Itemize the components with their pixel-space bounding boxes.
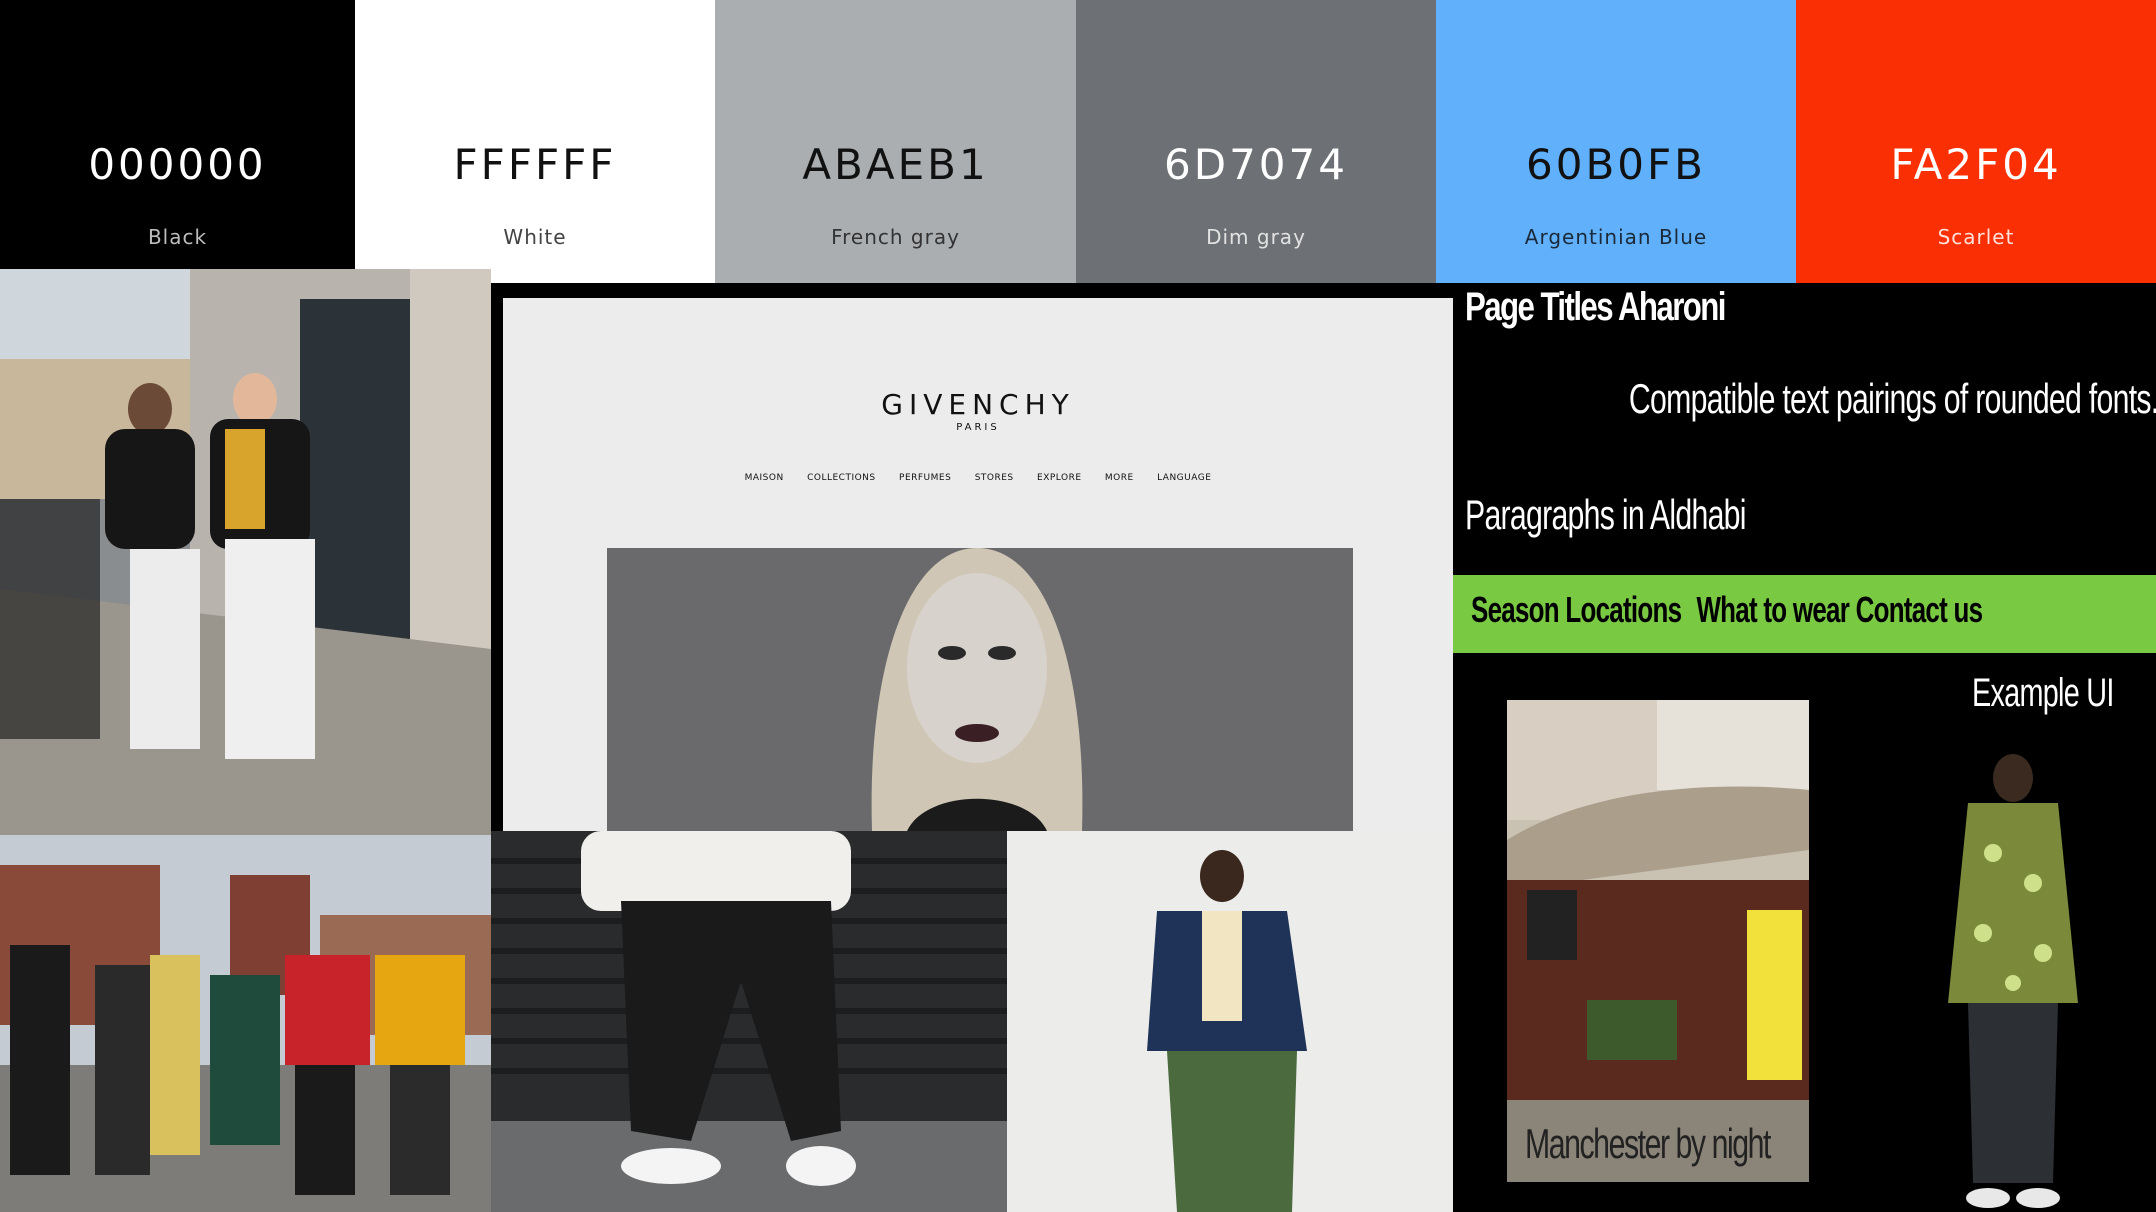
swatch-white: FFFFFF White	[355, 0, 715, 283]
photo-two-people-street	[0, 269, 491, 835]
swatch-hex: FFFFFF	[453, 140, 617, 189]
photo-caption: Manchester by night	[1525, 1120, 1771, 1167]
brand-logo: GIVENCHY	[881, 388, 1075, 421]
swatch-black: 000000 Black	[0, 0, 355, 283]
paragraphs-text: Paragraphs in Aldhabi	[1465, 491, 1746, 538]
swatch-name: Argentinian Blue	[1524, 225, 1708, 249]
example-ui-label: Example UI	[1972, 671, 2114, 715]
swatch-name: Black	[147, 225, 208, 249]
nav-item-stores[interactable]: STORES	[975, 473, 1014, 483]
swatch-hex: 000000	[88, 140, 267, 189]
swatch-hex: 6D7074	[1164, 140, 1348, 189]
photo-man-navy-jacket	[1007, 831, 1453, 1212]
swatch-hex: ABAEB1	[802, 140, 989, 189]
swatch-name: White	[503, 225, 567, 249]
swatch-name: French gray	[831, 225, 960, 249]
typography-panel: Page Titles Aharoni Compatible text pair…	[1453, 283, 2156, 1212]
swatch-hex: 60B0FB	[1526, 140, 1706, 189]
example-nav-contact[interactable]: Contact us	[1856, 589, 1983, 630]
hero-image	[607, 548, 1353, 831]
photo-group-street	[0, 835, 491, 1212]
photo-runway-model	[1913, 733, 2113, 1212]
swatch-hex: FA2F04	[1890, 140, 2062, 189]
swatch-french-gray: ABAEB1 French gray	[715, 0, 1076, 283]
example-nav-season[interactable]: Season	[1471, 589, 1560, 630]
swatch-name: Scarlet	[1937, 225, 2015, 249]
nav-item-explore[interactable]: EXPLORE	[1037, 473, 1082, 483]
swatch-name: Dim gray	[1206, 225, 1306, 249]
photo-manchester-bar: Manchester by night	[1507, 700, 1809, 1182]
website-mockup: GIVENCHY PARIS MAISON COLLECTIONS PERFUM…	[491, 283, 1453, 831]
brand-subtitle: PARIS	[956, 422, 1000, 433]
example-nav-items: Season Locations What to wear Contact us	[1471, 589, 1983, 631]
nav-item-language[interactable]: LANGUAGE	[1157, 473, 1211, 483]
page-titles-heading: Page Titles Aharoni	[1465, 285, 1726, 329]
swatch-argentinian-blue: 60B0FB Argentinian Blue	[1436, 0, 1796, 283]
nav-item-collections[interactable]: COLLECTIONS	[807, 473, 876, 483]
swatch-scarlet: FA2F04 Scarlet	[1796, 0, 2156, 283]
example-nav-locations[interactable]: Locations	[1565, 589, 1682, 630]
website-nav: MAISON COLLECTIONS PERFUMES STORES EXPLO…	[503, 473, 1453, 483]
website-page: GIVENCHY PARIS MAISON COLLECTIONS PERFUM…	[503, 298, 1453, 831]
nav-item-more[interactable]: MORE	[1105, 473, 1134, 483]
example-nav-bar: Season Locations What to wear Contact us	[1453, 575, 2156, 653]
swatch-dim-gray: 6D7074 Dim gray	[1076, 0, 1436, 283]
nav-item-maison[interactable]: MAISON	[745, 473, 784, 483]
pairings-text: Compatible text pairings of rounded font…	[1628, 375, 2156, 422]
nav-item-perfumes[interactable]: PERFUMES	[899, 473, 951, 483]
example-nav-what-to-wear[interactable]: What to wear	[1696, 589, 1849, 630]
photo-cargo-trousers	[491, 831, 1007, 1212]
